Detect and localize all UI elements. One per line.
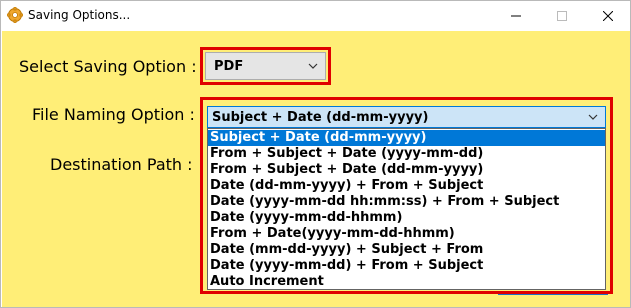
list-item[interactable]: Date (mm-dd-yyyy) + Subject + From xyxy=(208,242,605,258)
gear-icon xyxy=(6,6,24,24)
maximize-icon xyxy=(557,11,567,21)
saving-options-window: Saving Options... Select Saving Option :… xyxy=(0,0,631,308)
list-item[interactable]: From + Subject + Date (yyyy-mm-dd) xyxy=(208,146,605,162)
file-naming-value: Subject + Date (dd-mm-yyyy) xyxy=(212,110,429,125)
list-item[interactable]: Date (dd-mm-yyyy) + From + Subject xyxy=(208,178,605,194)
list-item[interactable]: Date (yyyy-mm-dd-hhmm) xyxy=(208,210,605,226)
close-button[interactable] xyxy=(585,1,631,31)
minimize-icon xyxy=(511,11,521,21)
minimize-button[interactable] xyxy=(493,1,539,31)
list-item[interactable]: Subject + Date (dd-mm-yyyy) xyxy=(208,130,605,146)
saving-option-value: PDF xyxy=(214,59,244,74)
title-bar[interactable]: Saving Options... xyxy=(1,1,630,31)
list-item[interactable]: Date (yyyy-mm-dd) + From + Subject xyxy=(208,258,605,274)
list-item[interactable]: Date (yyyy-mm-dd hh:mm:ss) + From + Subj… xyxy=(208,194,605,210)
file-naming-dropdown[interactable]: Subject + Date (dd-mm-yyyy) xyxy=(207,106,606,128)
saving-option-dropdown[interactable]: PDF xyxy=(205,52,326,80)
file-naming-options-list: Subject + Date (dd-mm-yyyy) From + Subje… xyxy=(207,128,606,290)
chevron-down-icon xyxy=(303,53,323,79)
chevron-down-icon xyxy=(583,107,603,127)
file-naming-label: File Naming Option : xyxy=(32,105,195,124)
list-item[interactable]: Auto Increment xyxy=(208,274,605,290)
destination-path-label: Destination Path : xyxy=(50,155,193,174)
saving-option-label: Select Saving Option : xyxy=(19,57,197,76)
maximize-button[interactable] xyxy=(539,1,585,31)
close-icon xyxy=(603,11,613,21)
window-title: Saving Options... xyxy=(28,8,131,22)
list-item[interactable]: From + Subject + Date (dd-mm-yyyy) xyxy=(208,162,605,178)
list-item[interactable]: From + Date(yyyy-mm-dd-hhmm) xyxy=(208,226,605,242)
